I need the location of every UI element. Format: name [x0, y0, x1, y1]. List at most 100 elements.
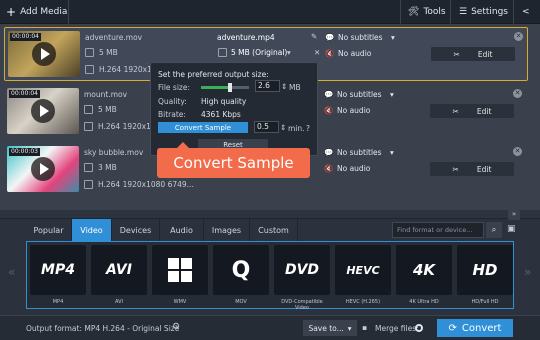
- subtitles-dropdown[interactable]: No subtitles: [338, 33, 383, 42]
- file-size-slider[interactable]: [201, 83, 249, 92]
- save-to-button[interactable]: Save to... ▾: [303, 320, 357, 336]
- tab-devices[interactable]: Devices: [112, 219, 160, 241]
- sample-length-input[interactable]: 0.5: [254, 121, 279, 133]
- tab-popular[interactable]: Popular: [26, 219, 72, 241]
- play-icon[interactable]: [31, 99, 55, 123]
- subtitles-dropdown[interactable]: No subtitles: [337, 90, 382, 99]
- scissors-icon: ✂: [452, 164, 459, 174]
- collapse-panel-icon[interactable]: »: [508, 210, 520, 220]
- chevron-down-icon[interactable]: ▾: [390, 90, 394, 99]
- tab-video[interactable]: Video: [72, 219, 112, 241]
- format-label: MP4: [52, 299, 64, 305]
- format-label: WMV: [173, 299, 187, 305]
- format-tile-dvd[interactable]: DVD: [274, 245, 330, 295]
- play-icon[interactable]: [31, 157, 55, 181]
- format-tile-hd[interactable]: HD: [457, 245, 513, 295]
- file-size: 5 MB: [98, 105, 117, 114]
- spinner-icon[interactable]: ⇕: [280, 123, 286, 132]
- timecode: 00:00:03: [9, 148, 40, 156]
- output-format-label: Output format: MP4 H.264 - Original Size: [26, 324, 180, 333]
- tab-audio[interactable]: Audio: [160, 219, 204, 241]
- audio-icon: 🔇: [325, 49, 335, 58]
- file-size: 5 MB: [99, 48, 118, 57]
- pencil-icon[interactable]: ✎: [311, 32, 317, 41]
- add-media-button[interactable]: + Add Media: [6, 0, 67, 24]
- menu-icon: ☰: [459, 7, 468, 17]
- spinner-icon[interactable]: ⇕: [281, 82, 287, 91]
- footer-bar: Output format: MP4 H.264 - Original Size…: [0, 315, 540, 340]
- device-detect-icon[interactable]: ▣: [507, 222, 521, 238]
- format-label: DVD-Compatible Video: [281, 299, 323, 311]
- format-tabs: Popular Video Devices Audio Images Custo…: [26, 219, 298, 241]
- audio-icon: 🔇: [324, 106, 334, 115]
- timecode: 00:00:04: [10, 33, 41, 41]
- file-size-unit: MB: [289, 83, 301, 92]
- edit-button[interactable]: ✂ Edit: [431, 47, 515, 61]
- gear-icon[interactable]: ⚙: [172, 322, 180, 332]
- share-button[interactable]: <: [522, 0, 530, 24]
- audio-dropdown[interactable]: No audio: [337, 106, 370, 115]
- format-tile-mov[interactable]: Q: [213, 245, 269, 295]
- format-tile-hevc[interactable]: HEVC: [335, 245, 391, 295]
- folder-icon[interactable]: ▪: [362, 323, 367, 332]
- share-icon: <: [522, 7, 530, 17]
- chevron-down-icon[interactable]: ▾: [287, 48, 291, 57]
- output-name[interactable]: adventure.mp4: [217, 33, 275, 42]
- scroll-right-arrow[interactable]: »: [524, 265, 531, 279]
- video-icon: [84, 180, 93, 189]
- tab-images[interactable]: Images: [204, 219, 250, 241]
- tab-custom[interactable]: Custom: [250, 219, 298, 241]
- output-size-popup: Set the preferred output size: File size…: [150, 62, 318, 156]
- video-thumbnail[interactable]: 00:00:04: [8, 31, 80, 77]
- help-icon[interactable]: ?: [306, 124, 310, 133]
- edit-button[interactable]: ✂ Edit: [430, 162, 514, 176]
- format-label: AVI: [115, 299, 123, 305]
- timecode: 00:00:04: [9, 90, 40, 98]
- slider-handle[interactable]: [227, 83, 232, 92]
- merge-files-toggle[interactable]: [415, 324, 423, 332]
- play-icon[interactable]: [32, 42, 56, 66]
- file-icon: [85, 48, 94, 57]
- remove-file-icon[interactable]: ✕: [514, 32, 523, 41]
- format-tile-wmv[interactable]: [152, 245, 208, 295]
- video-icon: [84, 122, 93, 131]
- scroll-left-arrow[interactable]: «: [8, 265, 15, 279]
- convert-sample-tooltip: Convert Sample: [157, 142, 310, 178]
- convert-sample-button[interactable]: Convert Sample: [158, 122, 248, 133]
- audio-icon: 🔇: [324, 164, 334, 173]
- file-name: mount.mov: [84, 90, 128, 99]
- format-tile-avi[interactable]: AVI: [91, 245, 147, 295]
- format-label: 4K Ultra HD: [409, 299, 439, 305]
- close-icon[interactable]: ✕: [314, 48, 320, 57]
- convert-button[interactable]: ⟳ Convert: [437, 319, 513, 337]
- search-icon[interactable]: ⌕: [486, 222, 502, 238]
- format-label: HD/Full HD: [471, 299, 499, 305]
- format-label: HEVC (H.265): [345, 299, 381, 305]
- tools-button[interactable]: 🛠 Tools: [408, 0, 446, 24]
- video-thumbnail[interactable]: 00:00:03: [7, 146, 79, 192]
- file-icon: [84, 105, 93, 114]
- chevron-down-icon[interactable]: ▾: [391, 33, 395, 42]
- file-size-label: File size:: [158, 83, 191, 92]
- plus-icon: +: [6, 5, 17, 19]
- subtitles-dropdown[interactable]: No subtitles: [337, 148, 382, 157]
- remove-file-icon[interactable]: ✕: [513, 89, 522, 98]
- sample-length-unit: min.: [288, 124, 305, 133]
- windows-logo-icon: [168, 258, 192, 282]
- wrench-icon: 🛠: [408, 7, 420, 17]
- format-search-input[interactable]: Find format or device...: [392, 222, 484, 238]
- settings-button[interactable]: ☰ Settings: [459, 0, 508, 24]
- format-tile-4k[interactable]: 4K: [396, 245, 452, 295]
- remove-file-icon[interactable]: ✕: [513, 147, 522, 156]
- output-size[interactable]: 5 MB (Original): [231, 48, 287, 57]
- subtitles-icon: 💬: [324, 90, 334, 99]
- audio-dropdown[interactable]: No audio: [338, 49, 371, 58]
- audio-dropdown[interactable]: No audio: [337, 164, 370, 173]
- chevron-down-icon[interactable]: ▾: [390, 148, 394, 157]
- format-tile-mp4[interactable]: MP4: [30, 245, 86, 295]
- file-size-input[interactable]: 2.6: [255, 80, 280, 92]
- file-icon: [218, 48, 227, 57]
- video-thumbnail[interactable]: 00:00:04: [7, 88, 79, 134]
- edit-button[interactable]: ✂ Edit: [430, 104, 514, 118]
- chevron-down-icon: ▾: [347, 323, 352, 333]
